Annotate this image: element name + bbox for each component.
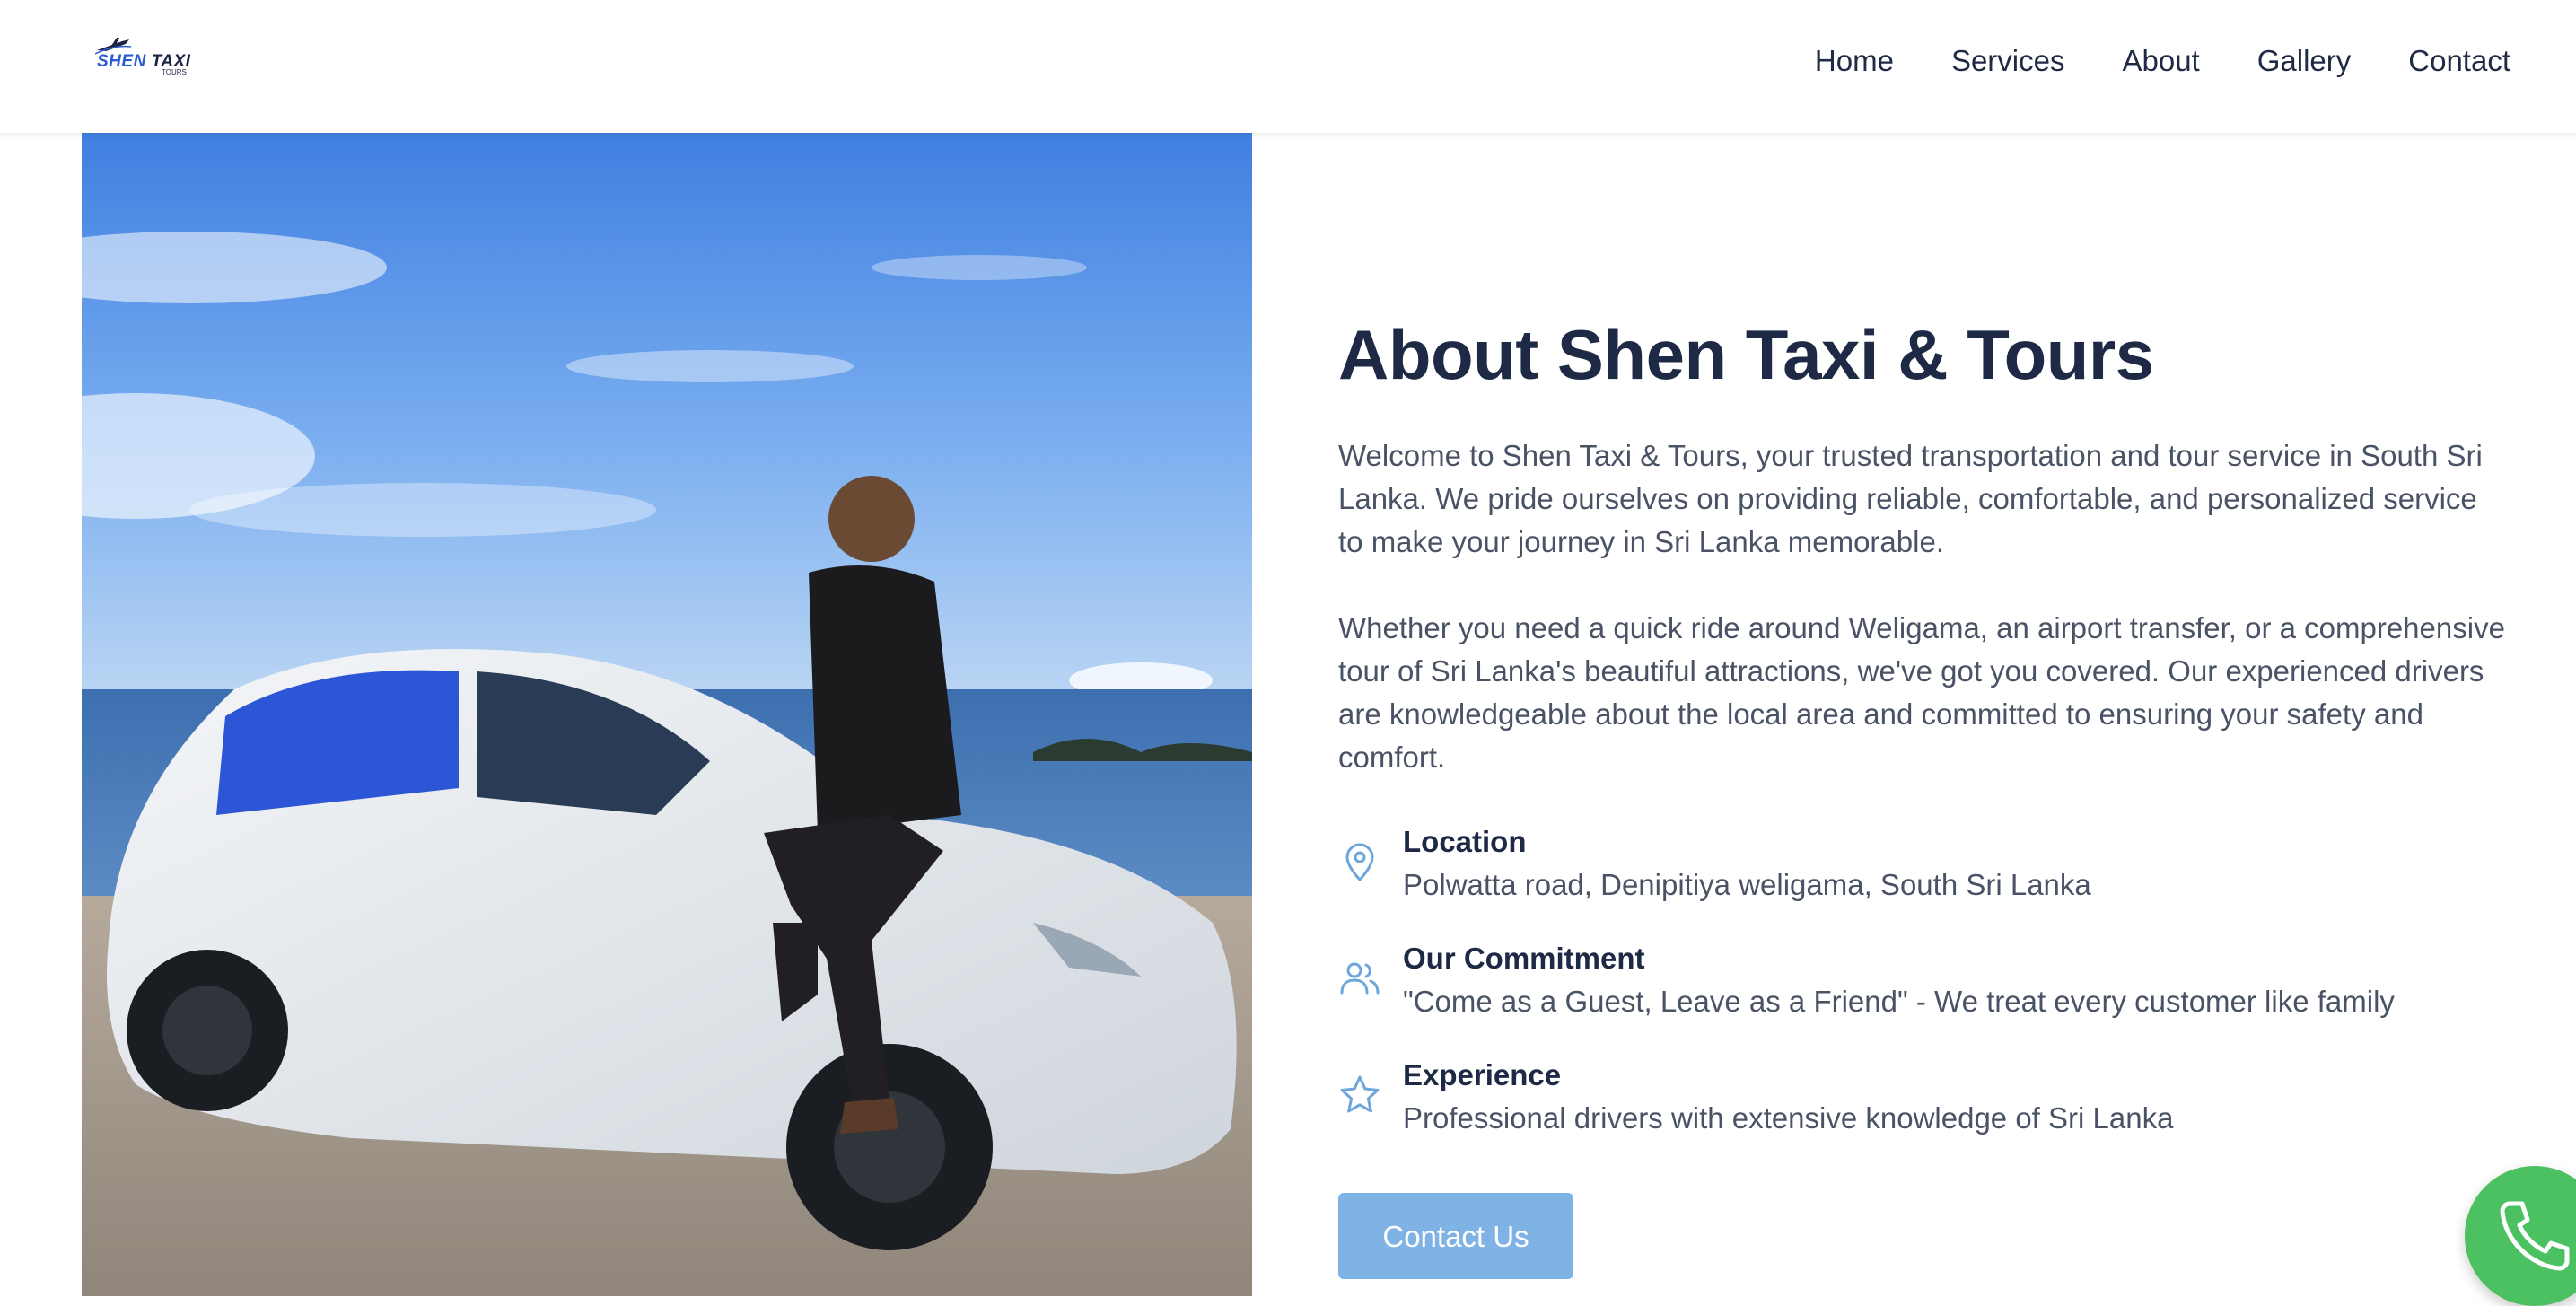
feature-location: Location Polwatta road, Denipitiya welig… bbox=[1338, 820, 2505, 907]
nav-services[interactable]: Services bbox=[1951, 41, 2065, 81]
location-pin-icon bbox=[1345, 843, 1374, 881]
feature-text: Polwatta road, Denipitiya weligama, Sout… bbox=[1403, 868, 2091, 901]
feature-title: Location bbox=[1403, 825, 1527, 858]
users-icon bbox=[1340, 962, 1380, 995]
about-photo bbox=[82, 133, 1252, 1296]
about-section: About Shen Taxi & Tours Welcome to Shen … bbox=[1338, 305, 2505, 1170]
about-paragraph-1: Welcome to Shen Taxi & Tours, your trust… bbox=[1338, 439, 2483, 558]
feature-title: Our Commitment bbox=[1403, 942, 1645, 975]
main-nav: Home Services About Gallery Contact bbox=[1815, 41, 2510, 81]
about-paragraph-2: Whether you need a quick ride around Wel… bbox=[1338, 611, 2505, 774]
nav-home[interactable]: Home bbox=[1815, 41, 1894, 81]
feature-text: "Come as a Guest, Leave as a Friend" - W… bbox=[1403, 985, 2395, 1018]
nav-gallery[interactable]: Gallery bbox=[2257, 41, 2352, 81]
star-icon bbox=[1340, 1075, 1380, 1113]
logo-subtext: TOURS bbox=[162, 68, 187, 76]
call-button[interactable] bbox=[2465, 1166, 2576, 1306]
phone-icon bbox=[2500, 1201, 2570, 1271]
contact-us-button[interactable]: Contact Us bbox=[1338, 1193, 1573, 1279]
feature-text: Professional drivers with extensive know… bbox=[1403, 1101, 2174, 1135]
page-title: About Shen Taxi & Tours bbox=[1338, 315, 2154, 394]
car-and-driver-illustration bbox=[82, 133, 1252, 1296]
feature-list: Location Polwatta road, Denipitiya welig… bbox=[1338, 820, 2505, 1140]
feature-title: Experience bbox=[1403, 1058, 1562, 1091]
nav-contact[interactable]: Contact bbox=[2408, 41, 2510, 81]
site-header: SHEN TAXI TOURS Home Services About Gall… bbox=[0, 0, 2576, 133]
nav-about[interactable]: About bbox=[2122, 41, 2199, 81]
feature-commitment: Our Commitment "Come as a Guest, Leave a… bbox=[1338, 937, 2505, 1023]
feature-experience: Experience Professional drivers with ext… bbox=[1338, 1054, 2505, 1140]
brand-logo[interactable]: SHEN TAXI TOURS bbox=[84, 36, 194, 81]
